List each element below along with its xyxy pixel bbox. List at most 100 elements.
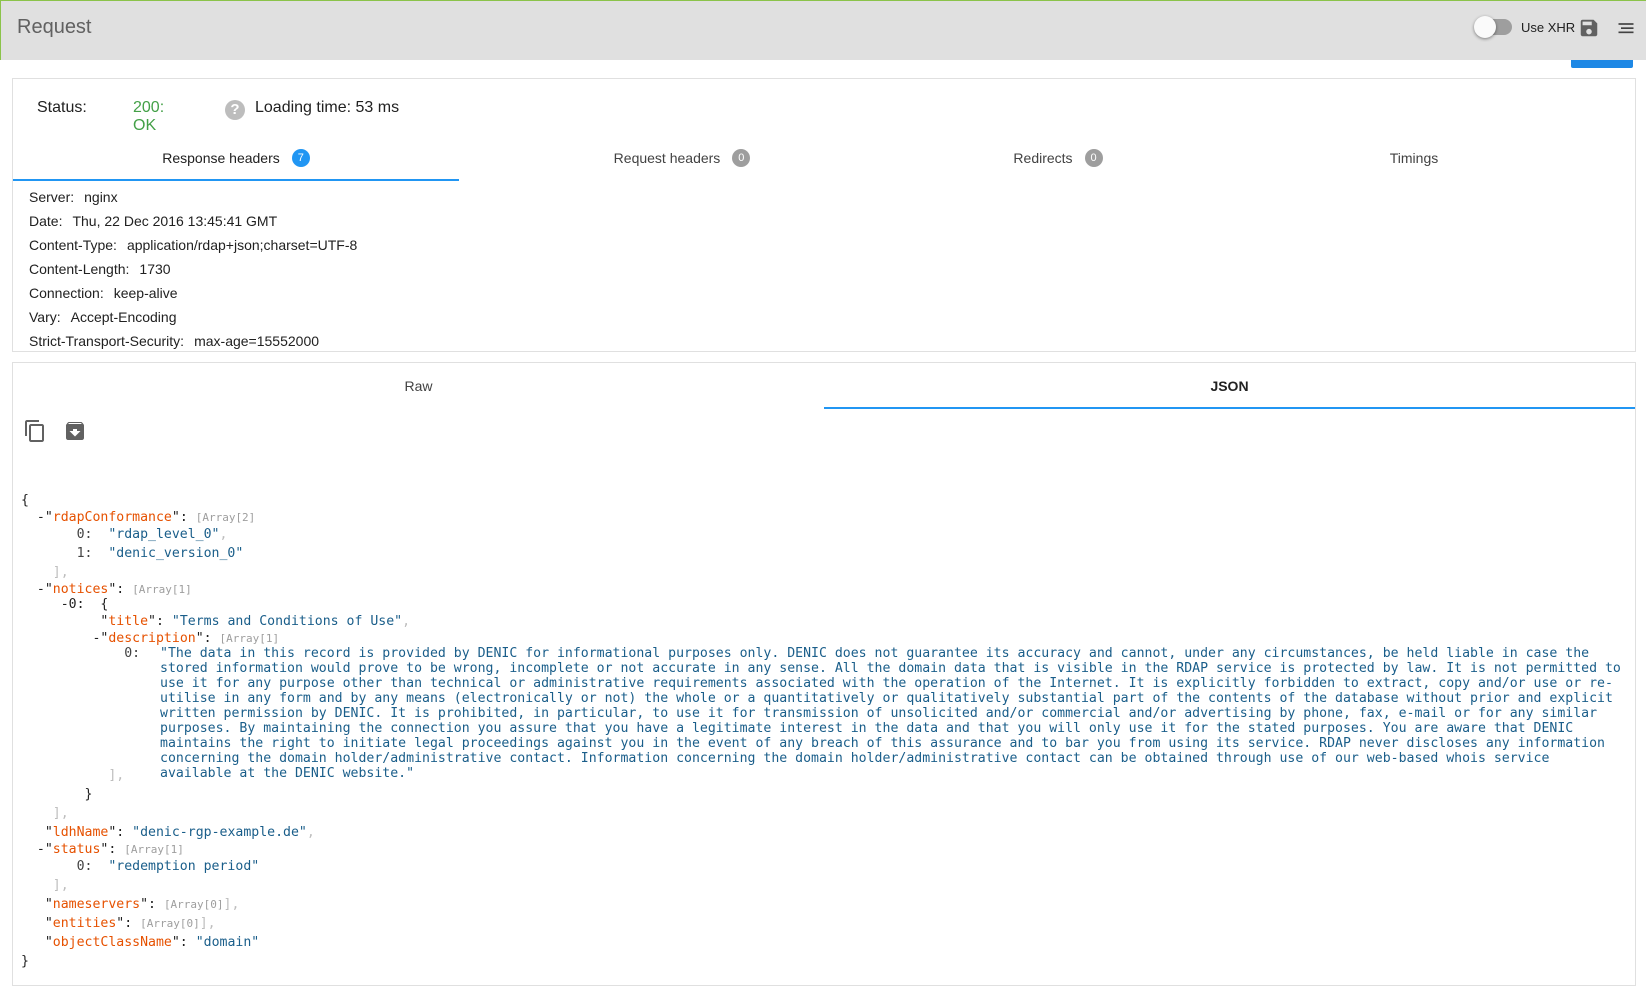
tab-timings[interactable]: Timings xyxy=(1191,139,1637,177)
header-value: keep-alive xyxy=(113,285,178,301)
json-meta: [Array[1] xyxy=(219,632,280,645)
json-key: description xyxy=(108,631,196,646)
header-value: nginx xyxy=(84,189,118,205)
json-key: rdapConformance xyxy=(52,510,172,525)
collapse-toggle[interactable]: - xyxy=(21,582,45,597)
json-meta: [Array[0] xyxy=(163,898,224,911)
description-text: "The data in this record is provided by … xyxy=(160,646,1621,781)
json-brace: } xyxy=(21,954,29,969)
body-tabs: Raw JSON xyxy=(13,363,1635,409)
json-meta: [Array[2] xyxy=(195,511,256,524)
tab-label: Response headers xyxy=(162,150,280,166)
collapse-toggle[interactable]: -0: { xyxy=(21,597,109,612)
header-name: Vary: xyxy=(29,309,61,325)
send-button-edge[interactable] xyxy=(1571,60,1633,68)
json-line: "objectClassName": "domain" xyxy=(21,935,260,950)
json-brace: { xyxy=(21,493,29,508)
tab-response-headers[interactable]: Response headers 7 xyxy=(13,139,459,177)
status-code: 200: OK xyxy=(133,99,165,134)
json-value: "redemption period" xyxy=(108,859,260,874)
json-line: ], xyxy=(21,768,125,783)
json-viewer: { -"rdapConformance": [Array[2] 0: "rdap… xyxy=(21,491,1626,971)
json-line: 1: "denic_version_0" xyxy=(21,546,244,561)
collapse-toggle[interactable]: - xyxy=(21,631,100,646)
header-row: Server: nginx xyxy=(29,185,357,209)
json-line: 0: "redemption period" xyxy=(21,859,260,874)
header-row: Vary: Accept-Encoding xyxy=(29,305,357,329)
json-line: "ldhName": "denic-rgp-example.de", xyxy=(21,825,315,840)
response-headers-list: Server: nginx Date: Thu, 22 Dec 2016 13:45… xyxy=(29,185,357,353)
json-key: nameservers xyxy=(52,897,141,912)
json-key: title xyxy=(108,614,149,629)
header-value: Thu, 22 Dec 2016 13:45:41 GMT xyxy=(72,213,278,229)
use-xhr-toggle[interactable] xyxy=(1474,16,1512,38)
json-line: ], xyxy=(21,806,69,821)
header-row: Connection: keep-alive xyxy=(29,281,357,305)
response-tabs: Response headers 7 Request headers 0 Red… xyxy=(13,139,1635,177)
json-line: { xyxy=(21,491,1626,510)
json-meta: [Array[1] xyxy=(132,583,192,596)
active-body-tab-indicator xyxy=(824,407,1635,409)
header-name: Content-Length: xyxy=(29,261,130,277)
json-line: "nameservers": [Array[0]], xyxy=(21,897,240,912)
save-icon[interactable] xyxy=(1578,17,1600,39)
response-body-panel: Raw JSON { -"rdapConformance": [Array[2]… xyxy=(12,362,1636,986)
loading-time: Loading time: 53 ms xyxy=(255,99,400,116)
collapse-toggle[interactable]: - xyxy=(21,510,45,525)
header-value: 1730 xyxy=(139,261,171,277)
json-line: -"status": [Array[1] xyxy=(21,842,184,857)
json-line: "title": "Terms and Conditions of Use", xyxy=(21,614,411,629)
count-badge: 0 xyxy=(732,149,751,167)
collapse-toggle[interactable]: - xyxy=(21,842,45,857)
header-row: Date: Thu, 22 Dec 2016 13:45:41 GMT xyxy=(29,209,357,233)
json-value: "denic-rgp-example.de" xyxy=(132,825,307,840)
json-key: ldhName xyxy=(52,825,109,840)
header-value: application/rdap+json;charset=UTF-8 xyxy=(126,237,358,253)
json-value: "Terms and Conditions of Use" xyxy=(171,614,403,629)
json-line: "entities": [Array[0]], xyxy=(21,916,216,931)
json-value: "domain" xyxy=(195,935,260,950)
app-toolbar: Request Use XHR xyxy=(0,0,1646,60)
json-key: status xyxy=(52,842,101,857)
toggle-knob[interactable] xyxy=(1474,16,1496,38)
tab-json[interactable]: JSON xyxy=(824,363,1635,409)
response-status-panel: Status: 200: OK ? Loading time: 53 ms Re… xyxy=(12,78,1636,352)
header-row: Content-Length: 1730 xyxy=(29,257,357,281)
help-icon[interactable]: ? xyxy=(225,100,245,120)
json-key: objectClassName xyxy=(52,935,172,950)
json-line: 0: "rdap_level_0", xyxy=(21,527,228,542)
count-badge: 0 xyxy=(1084,149,1103,167)
json-line: ], xyxy=(21,878,69,893)
header-row: Content-Type: application/rdap+json;chars… xyxy=(29,233,357,257)
header-name: Strict-Transport-Security: xyxy=(29,333,185,349)
json-line: 0: "The data in this record is provided … xyxy=(21,646,1626,781)
header-name: Server: xyxy=(29,189,75,205)
tab-raw[interactable]: Raw xyxy=(13,363,824,409)
use-xhr-label: Use XHR xyxy=(1521,20,1576,35)
json-line: ], xyxy=(21,565,69,580)
status-label: Status: xyxy=(37,99,87,116)
active-tab-indicator xyxy=(13,179,459,181)
header-name: Date: xyxy=(29,213,63,229)
header-value: Accept-Encoding xyxy=(70,309,177,325)
json-line: } xyxy=(21,952,1626,971)
json-meta: [Array[0] xyxy=(140,917,200,930)
json-key: notices xyxy=(52,582,109,597)
json-meta: [Array[1] xyxy=(124,843,184,856)
count-badge: 7 xyxy=(291,149,310,167)
menu-icon[interactable] xyxy=(1615,19,1637,39)
header-value: max-age=15552000 xyxy=(194,333,320,349)
page-title: Request xyxy=(17,16,92,38)
json-line: -"description": [Array[1] xyxy=(21,631,280,646)
tab-label: Redirects xyxy=(1013,150,1073,166)
json-line: -0: { xyxy=(21,597,1626,612)
copy-icon[interactable] xyxy=(23,419,47,443)
archive-icon[interactable] xyxy=(63,419,87,443)
json-line: -"rdapConformance": [Array[2] xyxy=(21,510,256,525)
header-name: Connection: xyxy=(29,285,104,301)
tab-label: Request headers xyxy=(613,150,721,166)
tab-label: Timings xyxy=(1389,150,1439,166)
json-value: "denic_version_0" xyxy=(108,546,244,561)
header-row: Strict-Transport-Security: max-age=155520… xyxy=(29,329,357,353)
json-line: } xyxy=(21,787,93,802)
